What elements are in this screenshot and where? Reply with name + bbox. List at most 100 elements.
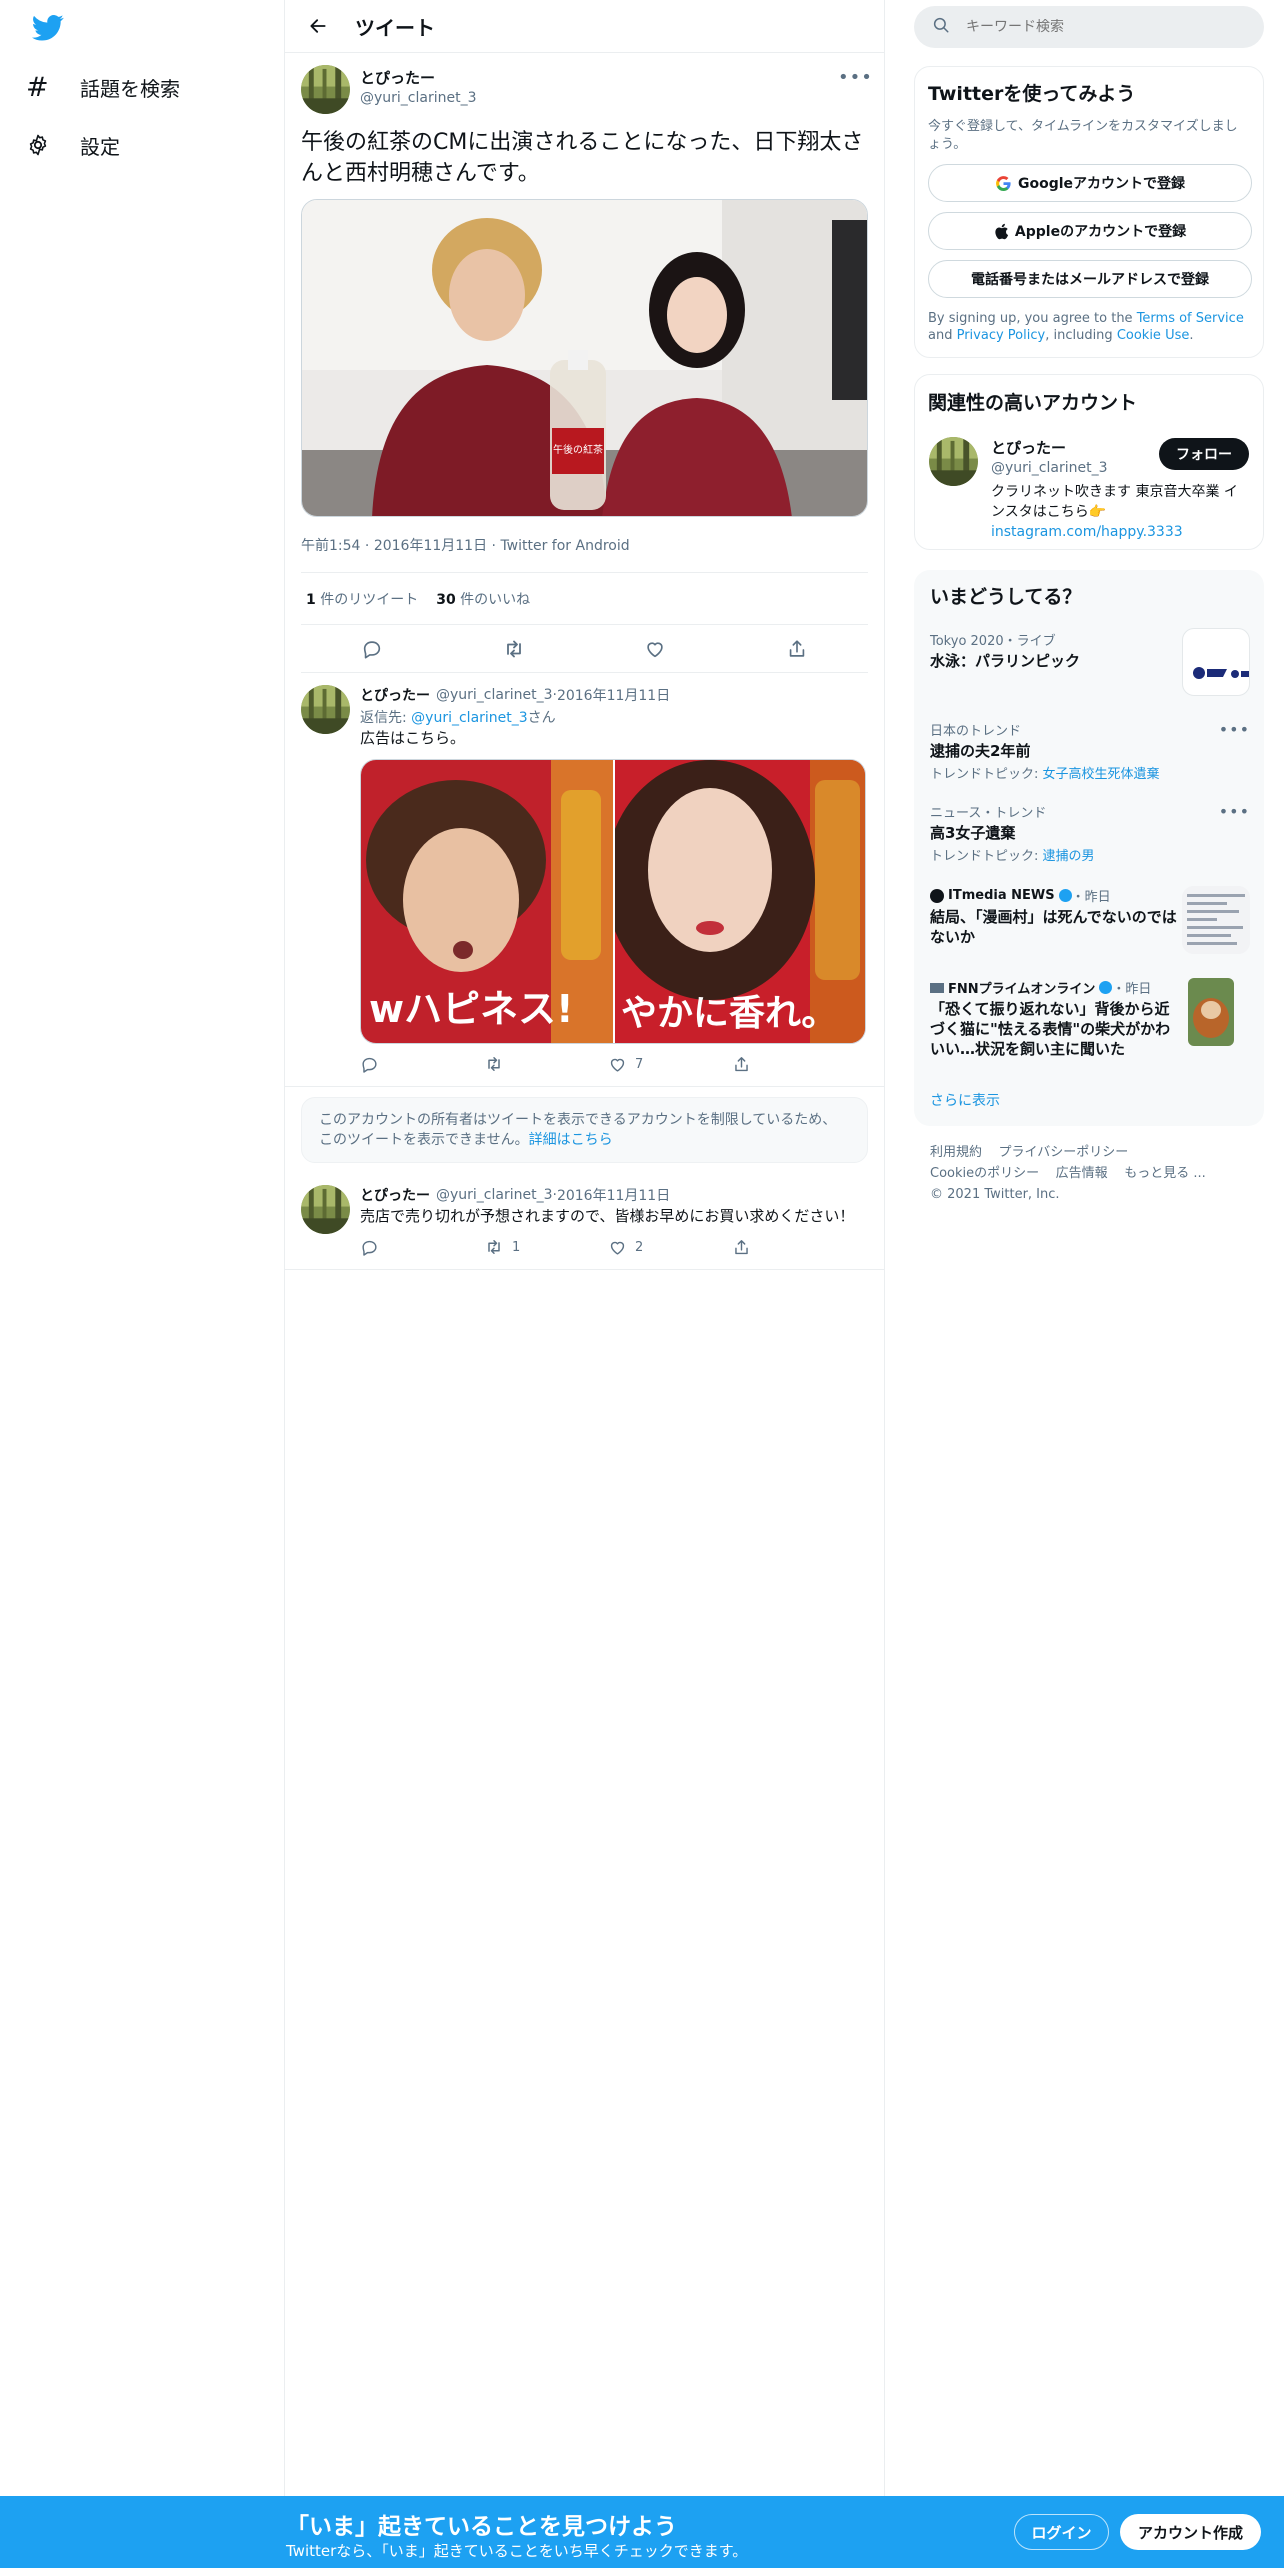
- search-bar[interactable]: [914, 6, 1264, 48]
- author-display-name[interactable]: とぴったー: [360, 685, 430, 705]
- tweet-text: 広告はこちら。: [360, 729, 466, 747]
- like-count: 7: [635, 1056, 644, 1072]
- bottle-label: 午後の紅茶: [553, 443, 603, 456]
- twitter-logo-icon[interactable]: [32, 14, 64, 44]
- retweet-icon[interactable]: [501, 636, 527, 662]
- reply-tweet[interactable]: とぴったー @yuri_clarinet_3 · 2016年11月11日 返信先…: [285, 673, 884, 1087]
- tweet-date[interactable]: 2016年11月11日: [557, 1185, 670, 1205]
- author-display-name[interactable]: とぴったー: [360, 1185, 430, 1205]
- tweet-text: 売店で売り切れが予想されますので、皆様お早めにお買い求めください！: [360, 1207, 855, 1225]
- trend-item[interactable]: 日本のトレンド 逮捕の夫2年前 トレンドトピック: 女子高校生死体遺棄 •••: [930, 720, 1250, 782]
- author-handle[interactable]: @yuri_clarinet_3: [436, 687, 553, 703]
- retweet-icon[interactable]: [484, 1054, 608, 1074]
- privacy-link[interactable]: Privacy Policy: [957, 328, 1046, 343]
- signup-button[interactable]: アカウント作成: [1120, 2514, 1261, 2550]
- main-column: ツイート とぴったー @yuri_clarinet_3 ••• 午後の紅茶のCM…: [284, 0, 885, 2500]
- media-right-caption: やかに香れ。: [621, 993, 837, 1034]
- terms-link[interactable]: Terms of Service: [1137, 311, 1244, 326]
- author-display-name[interactable]: とぴったー: [360, 67, 477, 88]
- media-image-right[interactable]: やかに香れ。: [613, 760, 865, 1043]
- tweet-author: とぴったー @yuri_clarinet_3 •••: [301, 65, 872, 114]
- more-options-icon[interactable]: •••: [1219, 720, 1250, 739]
- related-accounts-card: 関連性の高いアカウント とぴったー @yuri_clarinet_3 クラリネッ…: [914, 374, 1264, 550]
- retweet-icon[interactable]: 1: [484, 1237, 608, 1257]
- trend-thumbnail: [1182, 628, 1250, 696]
- related-bio-link[interactable]: instagram.com/happy.3333: [991, 524, 1183, 540]
- share-icon[interactable]: [732, 1055, 856, 1074]
- reply-icon[interactable]: [360, 1238, 484, 1257]
- footer-links: 利用規約 プライバシーポリシー Cookieのポリシー 広告情報 もっと見る .…: [930, 1142, 1206, 1205]
- apple-icon: [994, 223, 1009, 240]
- protected-tweet-notice: このアカウントの所有者はツイートを表示できるアカウントを制限しているため、このツ…: [301, 1097, 868, 1163]
- login-button[interactable]: ログイン: [1014, 2514, 1109, 2550]
- trends-card: いまどうしてる？ Tokyo 2020・ライブ 水泳：パラリンピック 日本のトレ…: [914, 570, 1264, 1126]
- trend-item[interactable]: Tokyo 2020・ライブ 水泳：パラリンピック: [930, 628, 1250, 696]
- trend-topic-link[interactable]: 女子高校生死体遺棄: [1043, 767, 1160, 782]
- footer-more-link[interactable]: もっと見る ...: [1124, 1166, 1206, 1181]
- phone-email-signup-button[interactable]: 電話番号またはメールアドレスで登録: [928, 260, 1252, 298]
- avatar[interactable]: [301, 65, 350, 114]
- more-options-icon[interactable]: •••: [1219, 802, 1250, 821]
- reply-tweet[interactable]: とぴったー @yuri_clarinet_3 · 2016年11月11日 売店で…: [285, 1173, 884, 1270]
- tweet-text: 午後の紅茶のCMに出演されることになった、日下翔太さんと西村明穂さんです。: [301, 130, 864, 186]
- footer-cookie-link[interactable]: Cookieのポリシー: [930, 1166, 1039, 1181]
- news-item[interactable]: ITmedia NEWS ・昨日 結局、「漫画村」は死んでないのではないか: [930, 886, 1180, 947]
- news-item[interactable]: FNNプライムオンライン ・昨日 「恐くて振り返れない」背後から近づく猫に"怯え…: [930, 978, 1180, 1059]
- back-arrow-icon[interactable]: [303, 11, 333, 41]
- cookie-use-link[interactable]: Cookie Use: [1117, 328, 1190, 343]
- signup-title: Twitterを使ってみよう: [928, 83, 1136, 105]
- signup-legal: By signing up, you agree to the Terms of…: [928, 311, 1244, 343]
- avatar[interactable]: [929, 437, 978, 486]
- author-handle[interactable]: @yuri_clarinet_3: [436, 1187, 553, 1203]
- tweet-date[interactable]: 2016年11月11日: [557, 685, 670, 705]
- reply-icon[interactable]: [359, 636, 385, 662]
- share-icon[interactable]: [784, 636, 810, 662]
- footer-privacy-link[interactable]: プライバシーポリシー: [999, 1145, 1129, 1160]
- author-handle[interactable]: @yuri_clarinet_3: [360, 90, 477, 106]
- left-nav: # 話題を検索 設定: [0, 0, 284, 2568]
- verified-badge-icon: [1058, 889, 1072, 902]
- reply-to-link[interactable]: @yuri_clarinet_3: [411, 710, 528, 726]
- follow-button[interactable]: フォロー: [1159, 438, 1249, 470]
- avatar[interactable]: [301, 685, 350, 734]
- related-title: 関連性の高いアカウント: [928, 392, 1138, 414]
- like-icon[interactable]: 7: [608, 1055, 732, 1074]
- tweet-actions: 7: [360, 1052, 868, 1076]
- learn-more-link[interactable]: 詳細はこちら: [529, 1132, 613, 1148]
- share-icon[interactable]: [732, 1238, 856, 1257]
- main-tweet: とぴったー @yuri_clarinet_3 ••• 午後の紅茶のCMに出演され…: [285, 53, 884, 673]
- news-thumbnail: [1188, 978, 1234, 1046]
- google-signup-button[interactable]: Googleアカウントで登録: [928, 164, 1252, 202]
- reply-icon[interactable]: [360, 1055, 484, 1074]
- tweet-client: Twitter for Android: [500, 538, 630, 554]
- retweet-stat[interactable]: 1 件のリツイート: [306, 589, 418, 609]
- nav-settings[interactable]: 設定: [26, 121, 120, 169]
- signup-banner: 「いま」起きていることを見つけよう Twitterなら、「いま」起きていることを…: [0, 2496, 1284, 2568]
- apple-signup-button[interactable]: Appleのアカウントで登録: [928, 212, 1252, 250]
- verified-badge-icon: [1099, 981, 1113, 994]
- tweet-stats: 1 件のリツイート 30 件のいいね: [301, 573, 868, 625]
- tweet-date[interactable]: 2016年11月11日: [374, 538, 487, 554]
- footer-ads-link[interactable]: 広告情報: [1056, 1166, 1108, 1181]
- nav-explore[interactable]: # 話題を検索: [26, 63, 180, 111]
- media-image-left[interactable]: wハピネス!: [361, 760, 613, 1043]
- like-icon[interactable]: 2: [608, 1238, 732, 1257]
- search-input[interactable]: [966, 19, 1216, 35]
- show-more-link[interactable]: さらに表示: [930, 1090, 1000, 1110]
- trend-topic-link[interactable]: 逮捕の男: [1043, 849, 1095, 864]
- hashtag-icon: #: [26, 71, 49, 103]
- news-thumbnail: [1182, 886, 1250, 954]
- tweet-media[interactable]: wハピネス! やかに香れ。: [360, 759, 866, 1044]
- page-title: ツイート: [355, 15, 435, 40]
- trend-item[interactable]: ニュース・トレンド 高3女子遺棄 トレンドトピック: 逮捕の男 •••: [930, 802, 1250, 864]
- copyright: © 2021 Twitter, Inc.: [930, 1187, 1060, 1202]
- like-icon[interactable]: [642, 636, 668, 662]
- footer-terms-link[interactable]: 利用規約: [930, 1145, 982, 1160]
- like-stat[interactable]: 30 件のいいね: [436, 589, 530, 609]
- reply-to-line: 返信先: @yuri_clarinet_3さん: [360, 710, 556, 726]
- tweet-photo[interactable]: 午後の紅茶: [301, 199, 868, 517]
- tweet-time[interactable]: 午前1:54: [301, 538, 360, 554]
- avatar[interactable]: [301, 1185, 350, 1234]
- tweet-actions: [301, 625, 868, 673]
- more-options-icon[interactable]: •••: [838, 67, 872, 88]
